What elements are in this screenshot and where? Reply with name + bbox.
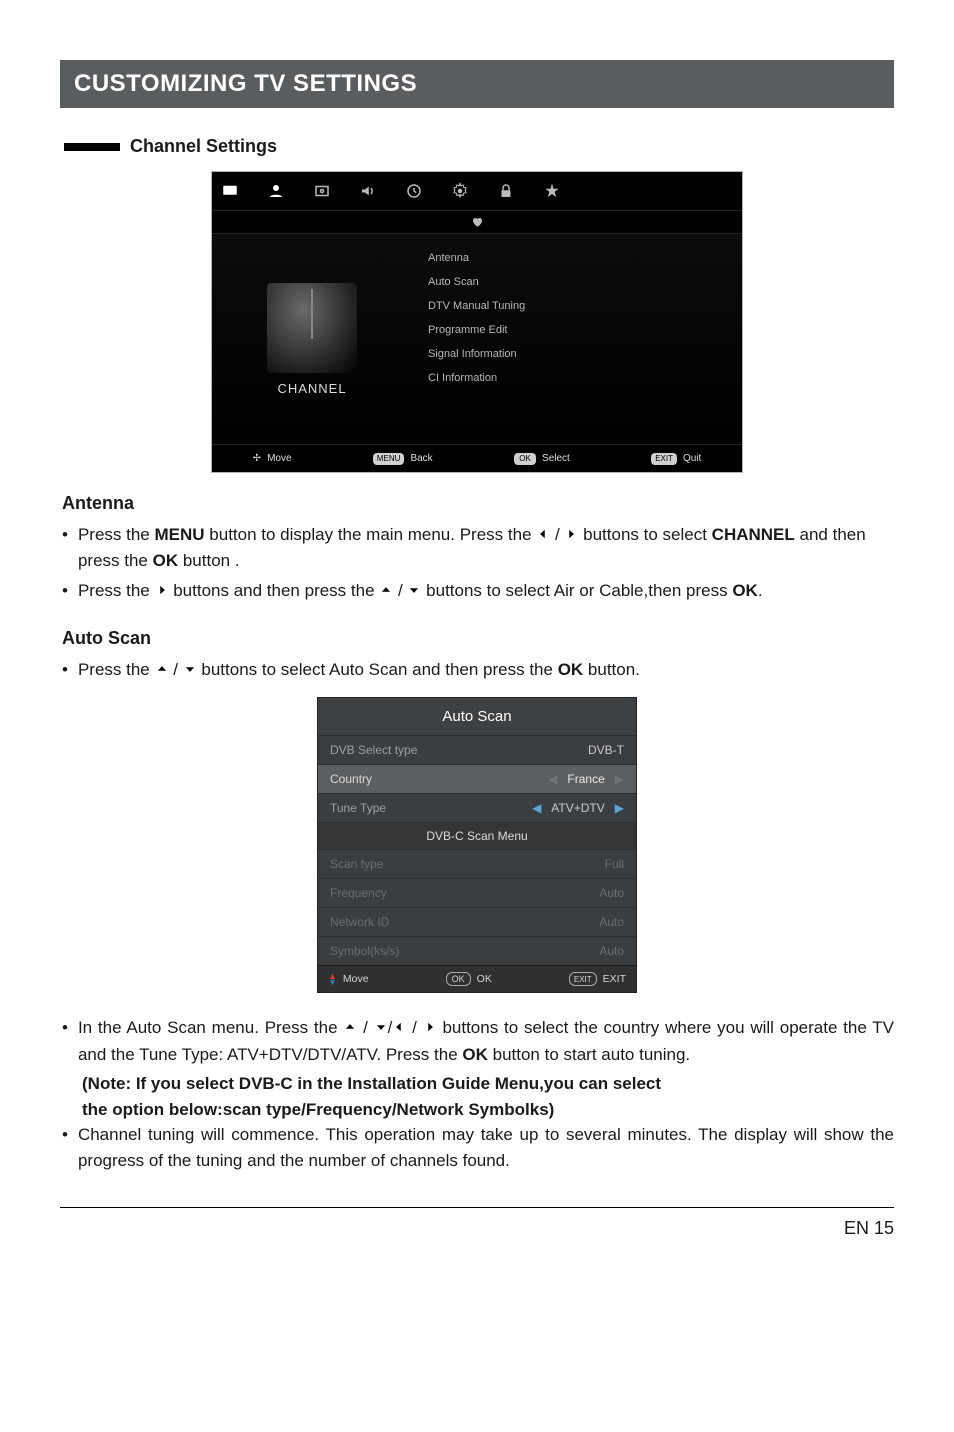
menu-key-icon: MENU [373, 453, 405, 465]
menu-item-antenna: Antenna [428, 252, 726, 264]
row-tune-type: Tune Type ◀ ATV+DTV ▶ [318, 793, 636, 822]
menu-item-autoscan: Auto Scan [428, 276, 726, 288]
left-arrow-icon [392, 1016, 406, 1042]
chevron-right-icon: ▶ [615, 801, 624, 815]
menu-item-ci-info: CI Information [428, 372, 726, 384]
osd-autoscan-dialog: Auto Scan DVB Select type DVB-T Country … [317, 697, 637, 993]
foot-move: Move [267, 453, 291, 464]
dvb-value: DVB-T [588, 743, 624, 757]
row-symbol: Symbol(ks/s) Auto [318, 936, 636, 965]
exit-key-icon: EXIT [569, 972, 597, 986]
antenna-step-2: Press the buttons and then press the / b… [78, 578, 763, 604]
person-tab-icon [262, 177, 290, 205]
post-autoscan-instructions: In the Auto Scan menu. Press the / / / b… [60, 1015, 894, 1067]
foot-exit: EXIT [603, 973, 626, 985]
row-frequency: Frequency Auto [318, 878, 636, 907]
sound-tab-icon [354, 177, 382, 205]
osd-tab-bar [212, 172, 742, 210]
row-dvb-type: DVB Select type DVB-T [318, 735, 636, 764]
down-arrow-icon [374, 1016, 388, 1042]
right-arrow-icon [155, 579, 169, 605]
row-scan-type: Scan type Full [318, 849, 636, 878]
post-autoscan-instructions-2: Channel tuning will commence. This opera… [60, 1122, 894, 1173]
up-arrow-icon [379, 579, 393, 605]
row-country: Country ◀ France ▶ [318, 764, 636, 793]
antenna-instructions: Press the MENU button to display the mai… [60, 522, 894, 604]
osd-left-label: CHANNEL [277, 381, 346, 396]
post-step-2: Channel tuning will commence. This opera… [78, 1122, 894, 1173]
sym-label: Symbol(ks/s) [330, 944, 399, 958]
channel-graphic [267, 283, 357, 373]
foot-move: Move [343, 973, 369, 985]
heading-bar [64, 143, 120, 151]
star-tab-icon [538, 177, 566, 205]
left-arrow-icon [536, 523, 550, 549]
foot-ok: OK [477, 973, 492, 985]
section-title: Channel Settings [130, 136, 277, 157]
dvbc-note-line2: the option below:scan type/Frequency/Net… [60, 1097, 894, 1123]
up-arrow-icon [343, 1016, 357, 1042]
scan-value: Full [605, 857, 624, 871]
right-arrow-icon [564, 523, 578, 549]
menu-item-dtv-manual: DTV Manual Tuning [428, 300, 726, 312]
updown-icon: ▲▼ [328, 973, 337, 985]
dialog-title: Auto Scan [318, 698, 636, 735]
country-value: France [567, 772, 604, 786]
dvbc-section-header: DVB-C Scan Menu [318, 822, 636, 849]
foot-select: Select [542, 453, 570, 464]
down-arrow-icon [183, 658, 197, 684]
antenna-heading: Antenna [62, 493, 894, 514]
autoscan-step-1: Press the / buttons to select Auto Scan … [78, 657, 640, 683]
up-arrow-icon [155, 658, 169, 684]
foot-quit: Quit [683, 453, 701, 464]
dialog-footer: ▲▼ Move OK OK EXIT EXIT [318, 965, 636, 992]
chevron-right-icon: ▶ [615, 772, 624, 786]
chevron-left-icon: ◀ [548, 772, 557, 786]
section-heading: Channel Settings [60, 136, 894, 157]
picture-tab-icon [216, 177, 244, 205]
freq-value: Auto [599, 886, 624, 900]
sym-value: Auto [599, 944, 624, 958]
right-arrow-icon [423, 1016, 437, 1042]
foot-back: Back [410, 453, 432, 464]
autoscan-intro: Press the / buttons to select Auto Scan … [60, 657, 894, 683]
menu-item-signal-info: Signal Information [428, 348, 726, 360]
chevron-left-icon: ◀ [532, 801, 541, 815]
freq-label: Frequency [330, 886, 387, 900]
post-step-1: In the Auto Scan menu. Press the / / / b… [78, 1015, 894, 1067]
exit-key-icon: EXIT [651, 453, 677, 465]
osd-channel-menu: CHANNEL Antenna Auto Scan DTV Manual Tun… [211, 171, 743, 473]
antenna-step-1: Press the MENU button to display the mai… [78, 522, 894, 574]
osd-menu-list: Antenna Auto Scan DTV Manual Tuning Prog… [412, 234, 742, 444]
down-arrow-icon [407, 579, 421, 605]
menu-item-programme-edit: Programme Edit [428, 324, 726, 336]
row-network-id: Network ID Auto [318, 907, 636, 936]
net-label: Network ID [330, 915, 389, 929]
ok-key-icon: OK [446, 972, 471, 986]
channel-tab-icon [308, 177, 336, 205]
dvbc-note-line1: (Note: If you select DVB-C in the Instal… [60, 1071, 894, 1097]
dvb-label: DVB Select type [330, 743, 417, 757]
ok-key-icon: OK [514, 453, 536, 465]
scan-label: Scan type [330, 857, 383, 871]
autoscan-heading: Auto Scan [62, 628, 894, 649]
net-value: Auto [599, 915, 624, 929]
tune-value: ATV+DTV [551, 801, 604, 815]
country-label: Country [330, 772, 372, 786]
osd-active-indicator [212, 210, 742, 234]
banner-title: CUSTOMIZING TV SETTINGS [60, 60, 894, 108]
osd-footer: ✢ Move MENU Back OK Select EXIT Quit [212, 444, 742, 472]
time-tab-icon [400, 177, 428, 205]
page-number: EN 15 [60, 1207, 894, 1239]
tune-label: Tune Type [330, 801, 386, 815]
lock-tab-icon [492, 177, 520, 205]
move-arrows-icon: ✢ [253, 453, 261, 464]
settings-tab-icon [446, 177, 474, 205]
